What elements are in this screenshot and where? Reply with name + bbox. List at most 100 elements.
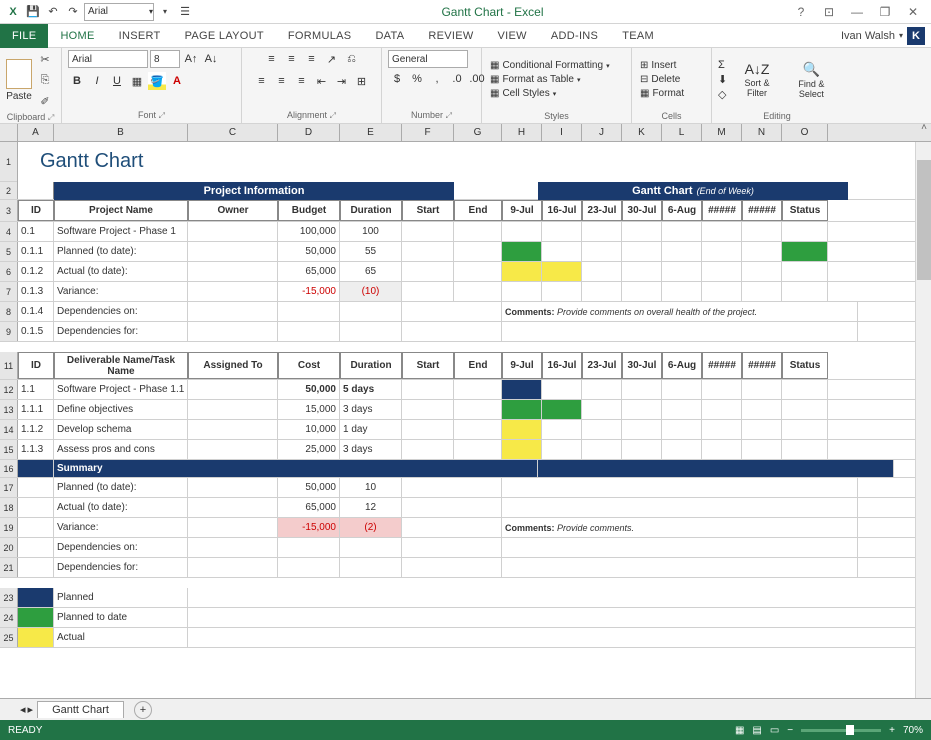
cell-duration[interactable]: 3 days xyxy=(340,440,402,459)
cell-owner[interactable] xyxy=(188,322,278,341)
gantt-cell[interactable] xyxy=(742,380,782,399)
cell[interactable] xyxy=(454,380,502,399)
cell-cost[interactable]: -15,000 xyxy=(278,518,340,537)
gantt-cell[interactable] xyxy=(582,440,622,459)
decrease-font-icon[interactable]: A↓ xyxy=(202,50,220,68)
cell[interactable] xyxy=(188,478,278,497)
gantt-cell[interactable] xyxy=(542,380,582,399)
row-number[interactable]: 7 xyxy=(0,282,18,301)
column-header[interactable]: M xyxy=(702,124,742,141)
font-color-icon[interactable]: A xyxy=(168,72,186,90)
cell[interactable] xyxy=(402,242,454,261)
row-number[interactable]: 5 xyxy=(0,242,18,261)
currency-icon[interactable]: $ xyxy=(388,70,406,88)
row-number[interactable]: 13 xyxy=(0,400,18,419)
zoom-out-icon[interactable]: − xyxy=(787,725,793,736)
zoom-slider[interactable] xyxy=(801,729,881,732)
gantt-cell[interactable] xyxy=(662,400,702,419)
align-right-icon[interactable]: ≡ xyxy=(293,72,311,90)
column-header[interactable]: G xyxy=(454,124,502,141)
format-button[interactable]: ▦Format xyxy=(638,87,686,100)
sheet-tab[interactable]: Gantt Chart xyxy=(37,701,124,718)
gantt-cell[interactable] xyxy=(622,222,662,241)
cell-id[interactable]: 1.1 xyxy=(18,380,54,399)
gantt-cell[interactable] xyxy=(782,380,828,399)
cell[interactable] xyxy=(188,498,278,517)
wrap-text-icon[interactable]: ⎌ xyxy=(343,50,361,68)
cell[interactable] xyxy=(502,322,858,341)
cell[interactable] xyxy=(402,498,502,517)
gantt-cell[interactable] xyxy=(582,262,622,281)
minimize-icon[interactable]: — xyxy=(847,2,867,22)
row-number[interactable]: 20 xyxy=(0,538,18,557)
column-header[interactable]: O xyxy=(782,124,828,141)
cell-owner[interactable] xyxy=(188,222,278,241)
gantt-cell[interactable] xyxy=(622,440,662,459)
autosum-icon[interactable]: Σ xyxy=(718,59,727,71)
column-header[interactable]: C xyxy=(188,124,278,141)
copy-icon[interactable]: ⎘ xyxy=(36,71,54,89)
column-header[interactable]: E xyxy=(340,124,402,141)
zoom-in-icon[interactable]: + xyxy=(889,725,895,736)
decrease-indent-icon[interactable]: ⇤ xyxy=(313,72,331,90)
conditional-formatting-button[interactable]: ▦Conditional Formatting▾ xyxy=(488,59,612,72)
row-number[interactable]: 1 xyxy=(0,142,17,182)
cut-icon[interactable]: ✂ xyxy=(36,50,54,68)
view-normal-icon[interactable]: ▦ xyxy=(735,725,744,736)
cell-budget[interactable]: 65,000 xyxy=(278,262,340,281)
cell-cost[interactable]: 65,000 xyxy=(278,498,340,517)
cell-name[interactable]: Assess pros and cons xyxy=(54,440,188,459)
row-number[interactable]: 6 xyxy=(0,262,18,281)
cell[interactable] xyxy=(402,558,502,577)
save-icon[interactable]: 💾 xyxy=(24,3,42,21)
undo-icon[interactable]: ↶ xyxy=(44,3,62,21)
cell[interactable] xyxy=(402,420,454,439)
cell-id[interactable]: 0.1.1 xyxy=(18,242,54,261)
gantt-cell[interactable] xyxy=(622,262,662,281)
cell-duration[interactable] xyxy=(340,558,402,577)
gantt-cell[interactable] xyxy=(782,440,828,459)
cell-duration[interactable]: 65 xyxy=(340,262,402,281)
cell-name[interactable]: Dependencies on: xyxy=(54,538,188,557)
gantt-cell[interactable] xyxy=(582,222,622,241)
row-number[interactable]: 3 xyxy=(0,200,18,221)
add-sheet-icon[interactable]: + xyxy=(134,701,152,719)
format-as-table-button[interactable]: ▦Format as Table▾ xyxy=(488,73,612,86)
column-header[interactable]: J xyxy=(582,124,622,141)
format-painter-icon[interactable]: ✐ xyxy=(36,92,54,110)
row-number[interactable]: 4 xyxy=(0,222,18,241)
gantt-cell[interactable] xyxy=(702,440,742,459)
row-number[interactable]: 12 xyxy=(0,380,18,399)
row-number[interactable]: 24 xyxy=(0,608,18,627)
cell[interactable] xyxy=(402,518,502,537)
cell-duration[interactable]: 3 days xyxy=(340,400,402,419)
cell-name[interactable]: Dependencies for: xyxy=(54,322,188,341)
cell-id[interactable]: 1.1.3 xyxy=(18,440,54,459)
cell-id[interactable]: 0.1.3 xyxy=(18,282,54,301)
underline-button[interactable]: U xyxy=(108,72,126,90)
cell-id[interactable]: 0.1.4 xyxy=(18,302,54,321)
gantt-cell[interactable] xyxy=(622,420,662,439)
close-icon[interactable]: ✕ xyxy=(903,2,923,22)
font-launcher-icon[interactable]: ⤢ xyxy=(159,111,165,120)
cell-duration[interactable]: 10 xyxy=(340,478,402,497)
cell-name[interactable]: Software Project - Phase 1 xyxy=(54,222,188,241)
gantt-cell[interactable] xyxy=(742,282,782,301)
gantt-cell[interactable] xyxy=(742,400,782,419)
cell-cost[interactable]: 15,000 xyxy=(278,400,340,419)
cell[interactable] xyxy=(18,478,54,497)
cell[interactable] xyxy=(402,478,502,497)
qat-font-select[interactable]: Arial▾ xyxy=(84,3,154,21)
row-number[interactable]: 23 xyxy=(0,588,18,607)
gantt-cell[interactable] xyxy=(502,222,542,241)
gantt-cell[interactable] xyxy=(702,222,742,241)
cell[interactable] xyxy=(454,400,502,419)
font-name-select[interactable]: Arial xyxy=(68,50,148,68)
cell-duration[interactable]: 1 day xyxy=(340,420,402,439)
cell[interactable] xyxy=(18,498,54,517)
cell-budget[interactable] xyxy=(278,322,340,341)
cell[interactable] xyxy=(402,222,454,241)
cell-styles-button[interactable]: ▦Cell Styles▾ xyxy=(488,87,612,100)
cell-id[interactable]: 1.1.1 xyxy=(18,400,54,419)
column-header[interactable]: L xyxy=(662,124,702,141)
